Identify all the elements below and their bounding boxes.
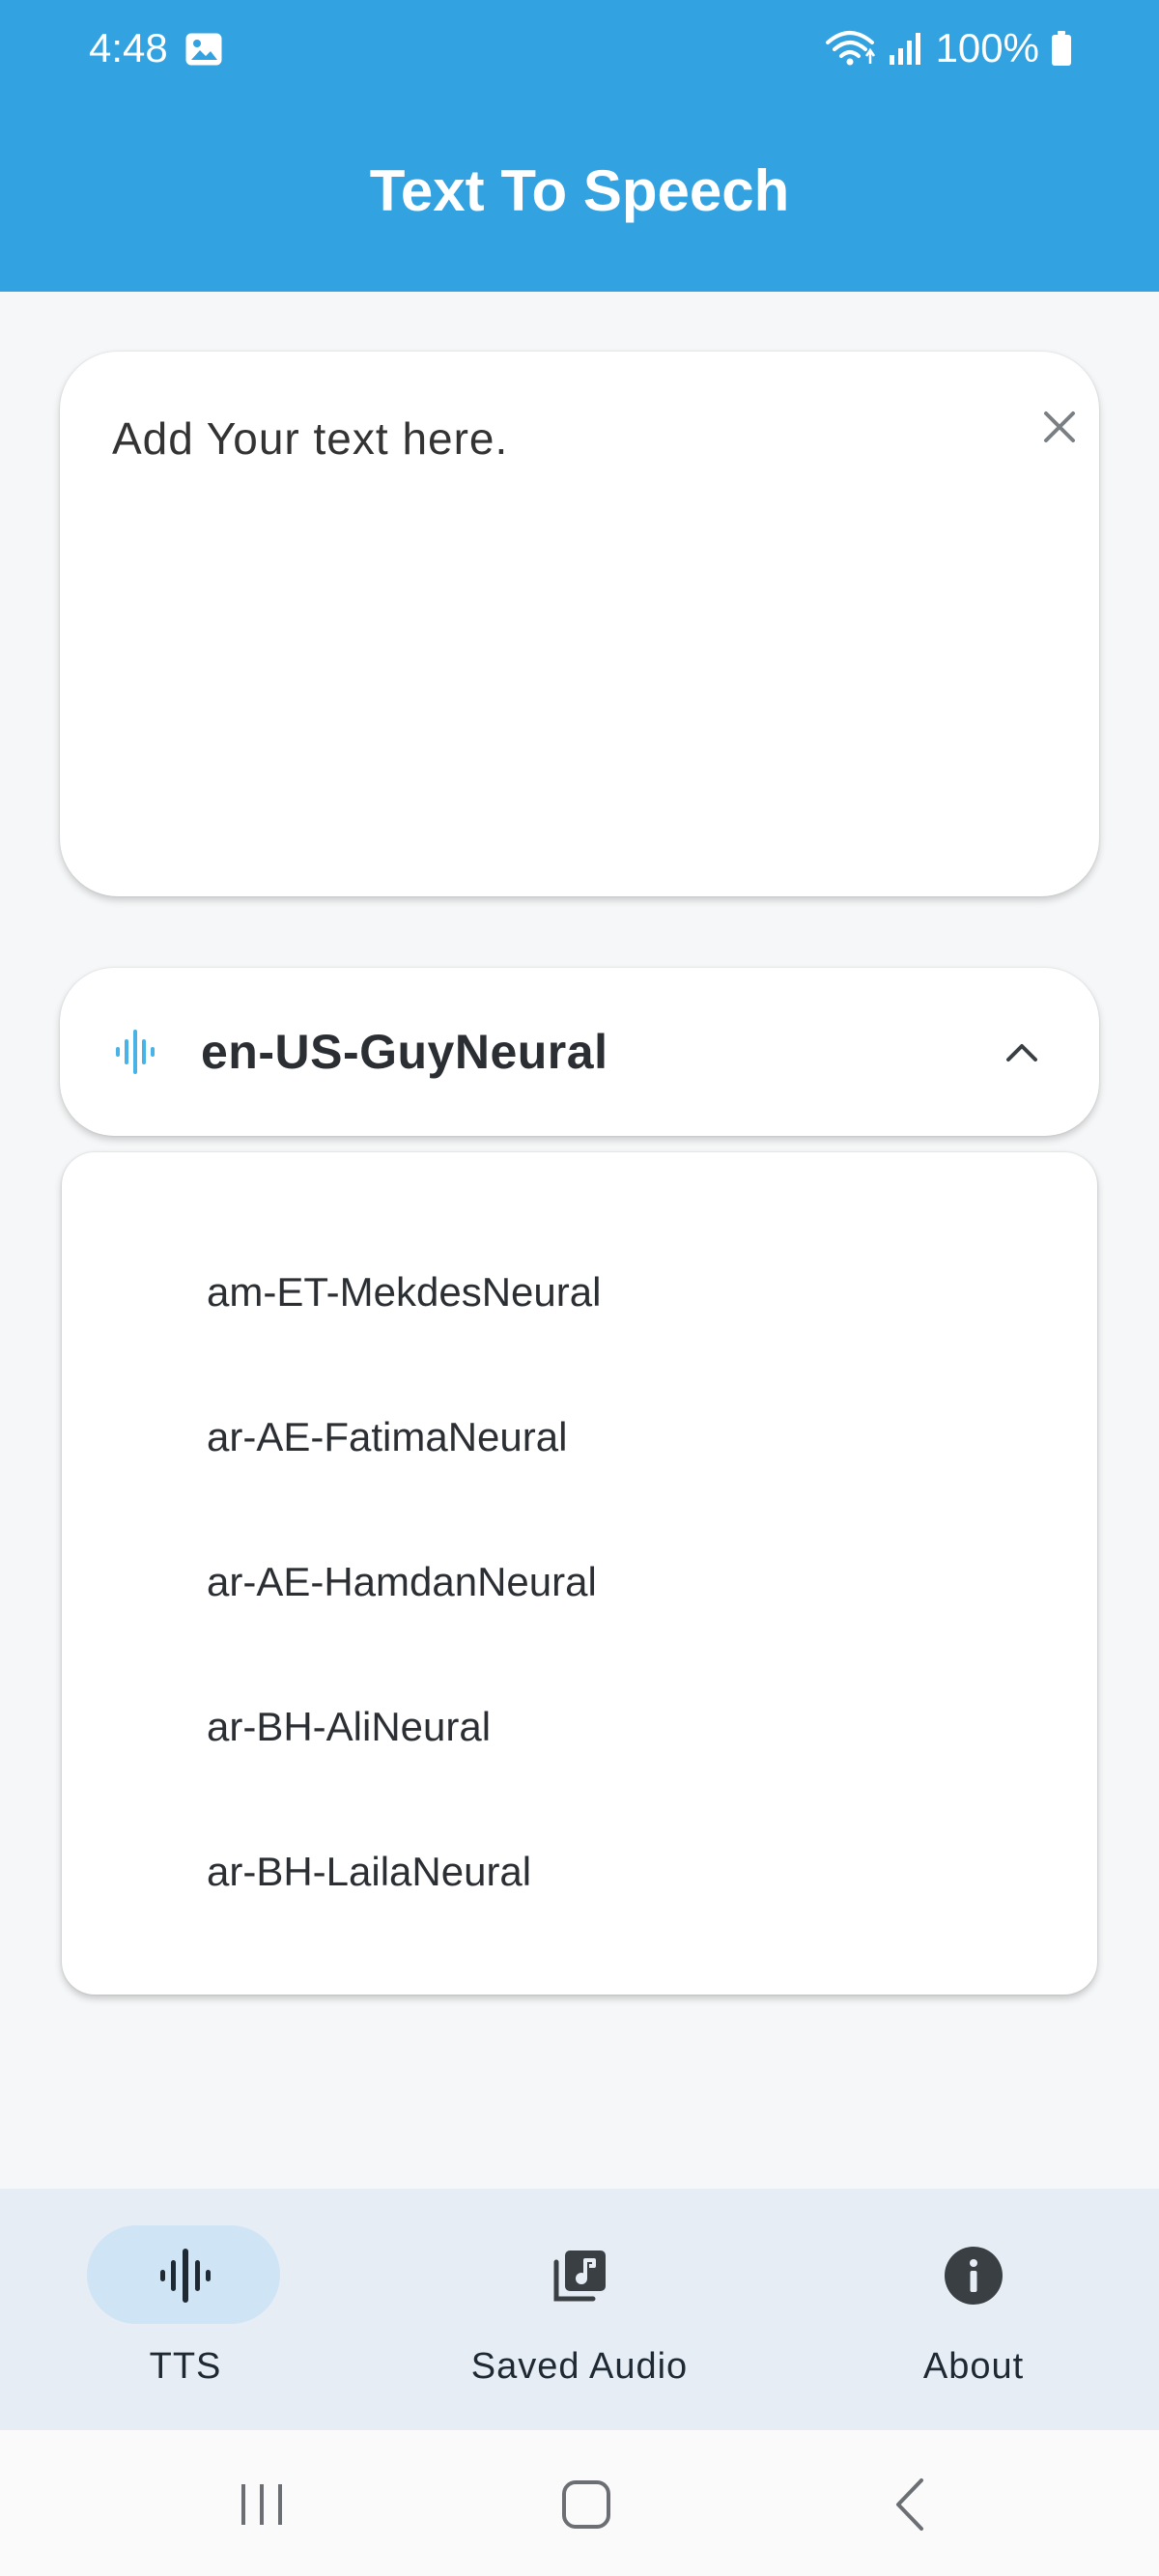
voice-dropdown[interactable]: en-US-GuyNeural <box>60 968 1099 1136</box>
nav-item-about[interactable]: About <box>780 2225 1159 2409</box>
clear-text-button[interactable] <box>1031 398 1088 456</box>
voice-option[interactable]: ar-BH-AliNeural <box>62 1655 1097 1799</box>
bottom-navigation: TTS Saved Audio About <box>0 2189 1159 2430</box>
voice-options-list: am-ET-MekdesNeural ar-AE-FatimaNeural ar… <box>62 1152 1097 1995</box>
battery-percent: 100% <box>935 25 1039 71</box>
status-right-group: 100% <box>824 23 1072 73</box>
music-library-icon <box>553 2250 606 2302</box>
nav-label: About <box>922 2346 1025 2387</box>
signal-icon <box>889 33 920 65</box>
voice-option[interactable]: ar-BH-LailaNeural <box>62 1799 1097 1944</box>
image-icon <box>185 33 222 66</box>
nav-label: Saved Audio <box>470 2346 689 2387</box>
text-input[interactable] <box>110 408 999 852</box>
wifi-icon <box>825 31 875 66</box>
waveform-icon <box>160 2249 211 2303</box>
recent-apps-icon[interactable] <box>228 2471 296 2538</box>
page-title: Text To Speech <box>369 158 790 223</box>
chevron-up-icon <box>1006 1044 1037 1062</box>
system-navigation-bar <box>0 2430 1159 2576</box>
nav-label: TTS <box>149 2346 222 2387</box>
voice-option[interactable]: ar-AE-HamdanNeural <box>62 1510 1097 1655</box>
app-header: 4:48 100% Text To Speech <box>0 0 1159 292</box>
back-icon[interactable] <box>877 2471 945 2538</box>
waveform-icon <box>116 1030 155 1074</box>
nav-item-tts[interactable]: TTS <box>0 2225 379 2409</box>
text-input-card <box>60 352 1099 896</box>
battery-icon <box>1052 31 1071 66</box>
selected-voice-label: en-US-GuyNeural <box>201 1025 608 1079</box>
nav-item-saved-audio[interactable]: Saved Audio <box>386 2225 773 2409</box>
status-bar: 4:48 100% <box>0 0 1159 97</box>
info-icon <box>945 2247 1003 2305</box>
home-icon[interactable] <box>552 2471 620 2538</box>
close-icon <box>1044 411 1075 442</box>
voice-option[interactable]: ar-AE-FatimaNeural <box>62 1365 1097 1510</box>
status-time: 4:48 <box>89 25 168 71</box>
voice-option[interactable]: am-ET-MekdesNeural <box>62 1220 1097 1365</box>
